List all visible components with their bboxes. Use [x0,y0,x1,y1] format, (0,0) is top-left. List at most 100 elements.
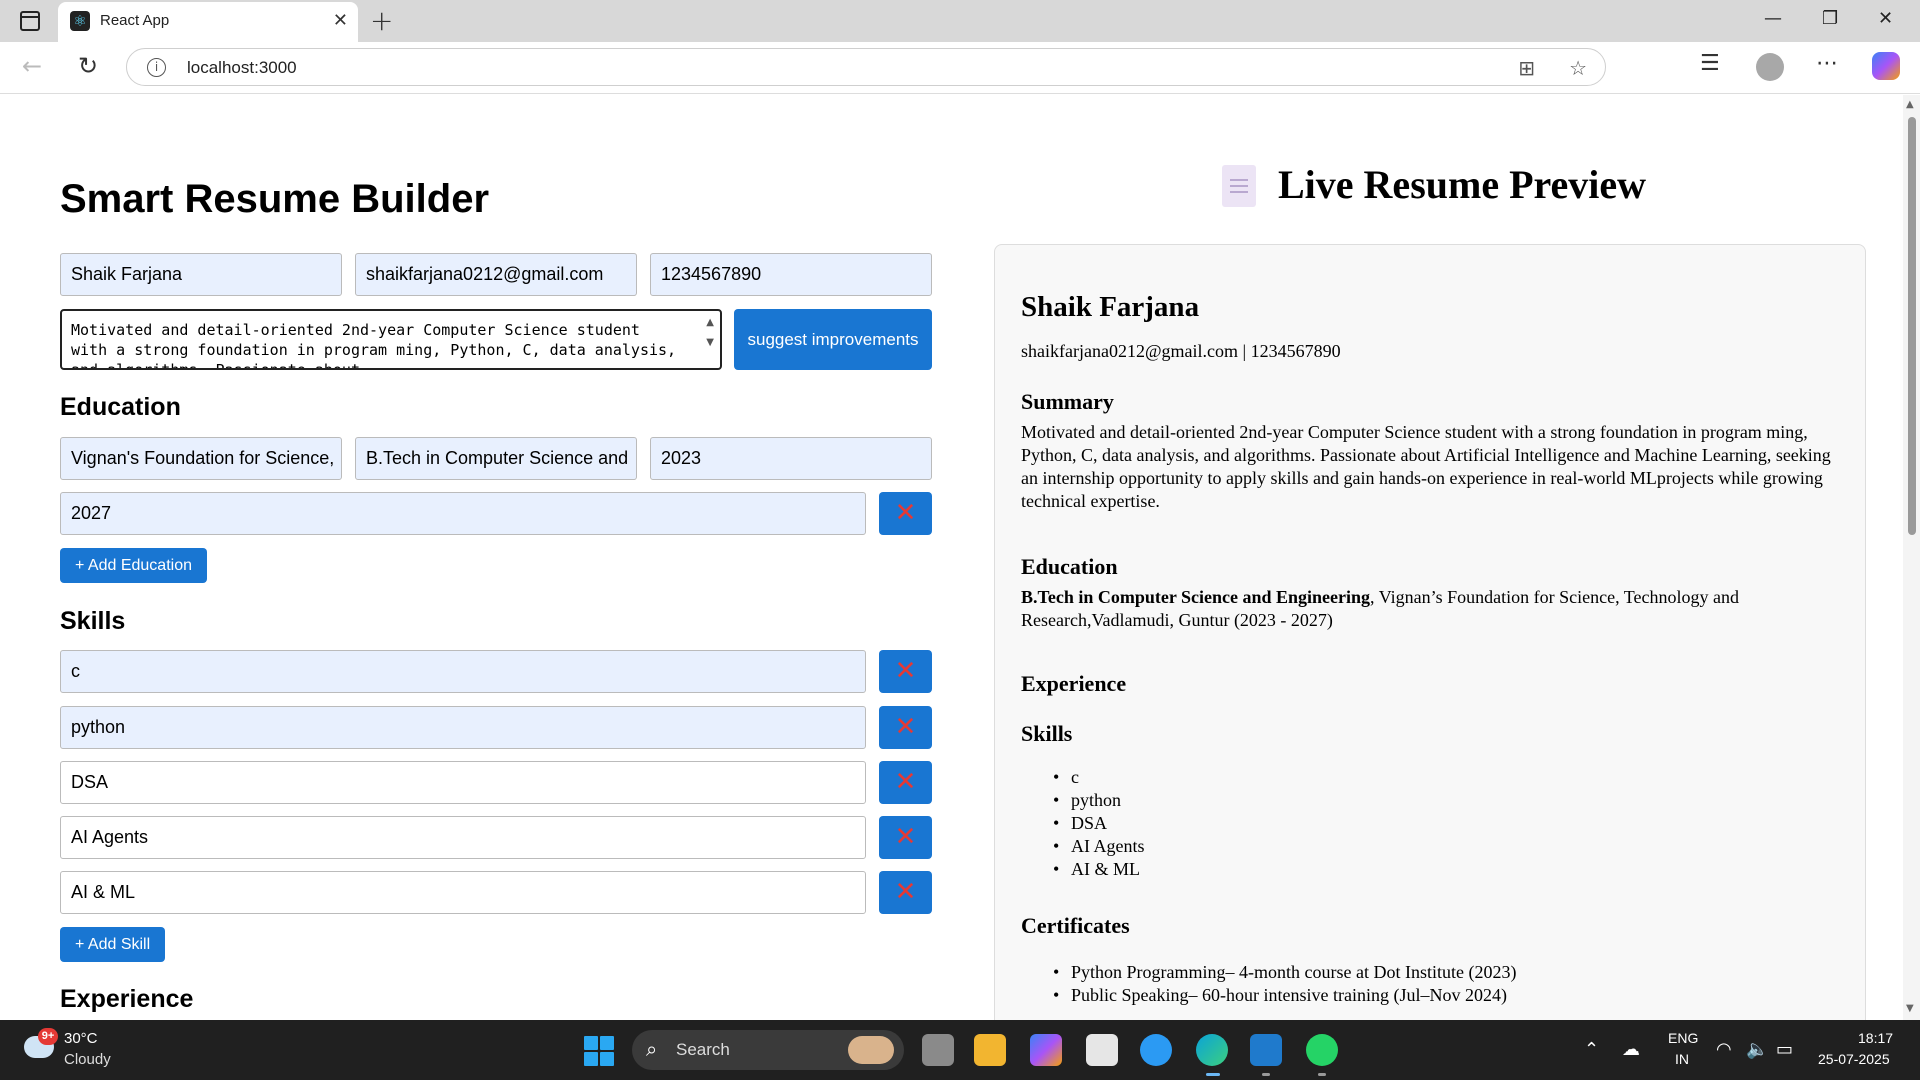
restore-icon[interactable]: ❐ [1822,8,1838,29]
profile-icon[interactable] [1756,53,1784,81]
preview-education-entry: B.Tech in Computer Science and Engineeri… [1021,586,1841,632]
language-indicator[interactable]: ENG [1668,1030,1698,1046]
skill-input[interactable]: DSA [60,761,866,804]
preview-education-degree: B.Tech in Computer Science and Engineeri… [1021,587,1371,607]
preview-skill-item: DSA [1053,813,1107,834]
help-icon[interactable] [1140,1034,1172,1066]
delete-skill-button[interactable]: ✕ [879,706,932,749]
weather-condition[interactable]: Cloudy [64,1051,111,1068]
region-indicator[interactable]: IN [1675,1051,1689,1067]
battery-icon[interactable]: ▭ [1776,1039,1793,1060]
vscode-icon[interactable] [1250,1034,1282,1066]
edge-browser-icon[interactable] [1196,1034,1228,1066]
chevron-up-icon[interactable]: ⌃ [1584,1039,1599,1060]
close-icon: ✕ [894,767,917,797]
more-icon[interactable]: ⋯ [1816,51,1838,76]
close-icon: ✕ [894,877,917,907]
clock-time[interactable]: 18:17 [1858,1030,1893,1046]
phone-input[interactable]: 1234567890 [650,253,932,296]
sidebar-toggle-icon[interactable] [20,11,40,31]
task-view-icon[interactable] [922,1034,954,1066]
search-label: Search [676,1040,730,1059]
skill-input[interactable]: AI Agents [60,816,866,859]
preview-contact: shaikfarjana0212@gmail.com | 1234567890 [1021,341,1341,361]
skill-input[interactable]: c [60,650,866,693]
windows-start-icon[interactable] [584,1036,614,1066]
email-input[interactable]: shaikfarjana0212@gmail.com [355,253,637,296]
tab-close-button[interactable]: ✕ [333,10,348,31]
address-bar: ← ↻ i localhost:3000 ⊞ ☆ ☰ ⋯ [0,42,1920,94]
apps-icon[interactable]: ⊞ [1518,56,1535,80]
preview-certificates-heading: Certificates [1021,913,1130,938]
preview-certificate-item: Public Speaking– 60-hour intensive train… [1053,985,1507,1006]
add-skill-button[interactable]: + Add Skill [60,927,166,962]
favorite-icon[interactable]: ☆ [1569,56,1587,80]
scroll-down-icon[interactable]: ▼ [706,333,714,353]
delete-skill-button[interactable]: ✕ [879,761,932,804]
minimize-icon[interactable]: — [1764,8,1782,29]
page-content: Smart Resume Builder Shaik Farjana shaik… [0,95,1903,1020]
window-close-icon[interactable]: ✕ [1878,8,1893,29]
info-icon[interactable]: i [147,58,166,77]
skill-input[interactable]: AI & ML [60,871,866,914]
copilot-icon[interactable] [1872,52,1900,80]
onedrive-icon[interactable]: ☁ [1622,1039,1640,1060]
volume-icon[interactable]: 🔈 [1746,1039,1768,1060]
delete-skill-button[interactable]: ✕ [879,650,932,693]
preview-certificate-item: Python Programming– 4-month course at Do… [1053,962,1516,983]
add-education-button[interactable]: + Add Education [60,548,207,583]
wifi-icon[interactable]: ◠ [1716,1039,1732,1060]
whatsapp-icon[interactable] [1306,1034,1338,1066]
search-icon: ⌕ [646,1037,658,1061]
clock-date[interactable]: 25-07-2025 [1818,1051,1890,1067]
browser-tab-bar: ⚛ React App ✕ + — ❐ ✕ [0,0,1920,42]
preview-summary-heading: Summary [1021,389,1114,414]
back-icon[interactable]: ← [22,52,42,80]
weather-temperature[interactable]: 30°C [64,1030,98,1047]
file-explorer-icon[interactable] [974,1034,1006,1066]
app-title: Smart Resume Builder [60,177,490,221]
suggest-improvements-button[interactable]: suggest improvements [734,309,932,370]
open-app-indicator [1318,1073,1326,1076]
favorites-icon[interactable]: ☰ [1700,51,1720,76]
preview-skills-heading: Skills [1021,721,1073,746]
document-icon [1222,165,1256,207]
close-icon: ✕ [894,712,917,742]
microsoft-store-icon[interactable] [1086,1034,1118,1066]
browser-tab[interactable]: ⚛ React App ✕ [58,2,358,42]
summary-text: Motivated and detail-oriented 2nd-year C… [71,321,677,370]
preview-skill-item: python [1053,790,1121,811]
taskbar-search[interactable]: ⌕ Search [632,1030,904,1070]
new-tab-button[interactable]: + [370,4,393,37]
react-favicon-icon: ⚛ [70,11,90,31]
close-icon: ✕ [894,822,917,852]
open-app-indicator [1262,1073,1270,1076]
scroll-down-icon[interactable]: ▼ [1906,1003,1914,1014]
scroll-up-icon[interactable]: ▲ [1906,99,1914,110]
url-text[interactable]: localhost:3000 [187,58,297,78]
name-input[interactable]: Shaik Farjana [60,253,342,296]
copilot-app-icon[interactable] [1030,1034,1062,1066]
education-heading: Education [60,393,181,421]
resume-preview-card: Shaik Farjana shaikfarjana0212@gmail.com… [994,244,1866,1020]
taskbar: 9+ 30°C Cloudy ⌕ Search ⌃ ☁ ENG IN ◠ 🔈 ▭… [0,1020,1920,1080]
refresh-icon[interactable]: ↻ [78,52,98,80]
start-year-input[interactable]: 2023 [650,437,932,480]
url-field[interactable]: i localhost:3000 ⊞ ☆ [126,48,1606,86]
degree-input[interactable]: B.Tech in Computer Science and [355,437,637,480]
scrollbar-thumb[interactable] [1908,117,1916,535]
experience-heading: Experience [60,985,194,1013]
scroll-up-icon[interactable]: ▲ [706,313,714,333]
summary-textarea[interactable]: Motivated and detail-oriented 2nd-year C… [60,309,722,370]
page-scrollbar[interactable]: ▲ ▼ [1903,95,1920,1020]
preview-skill-item: AI Agents [1053,836,1144,857]
delete-skill-button[interactable]: ✕ [879,871,932,914]
delete-education-button[interactable]: ✕ [879,492,932,535]
skill-input[interactable]: python [60,706,866,749]
active-app-indicator [1206,1073,1220,1076]
delete-skill-button[interactable]: ✕ [879,816,932,859]
skills-heading: Skills [60,607,126,635]
institution-input[interactable]: Vignan's Foundation for Science, [60,437,342,480]
end-year-input[interactable]: 2027 [60,492,866,535]
close-icon: ✕ [894,656,917,686]
